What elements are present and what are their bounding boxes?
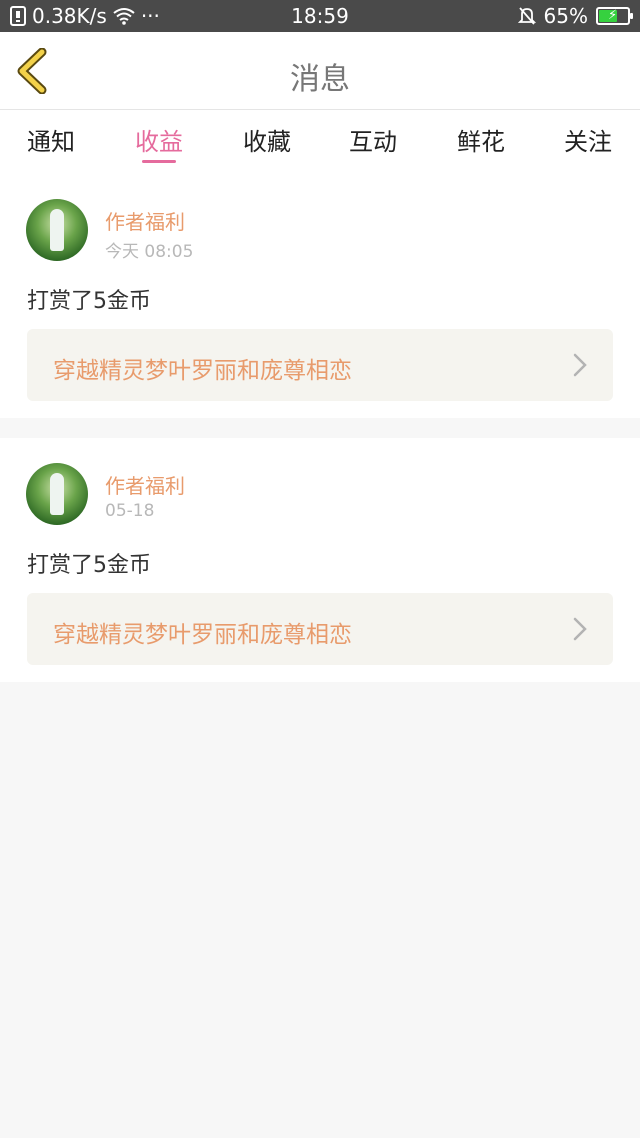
tab-earnings[interactable]: 收益 bbox=[119, 122, 199, 157]
book-title: 穿越精灵梦叶罗丽和庞尊相恋 bbox=[53, 622, 352, 648]
message-text: 打赏了5金币 bbox=[27, 553, 151, 578]
nav-bar: 消息 bbox=[0, 32, 640, 110]
tab-favorites[interactable]: 收藏 bbox=[227, 122, 307, 157]
timestamp: 05-18 bbox=[105, 501, 155, 521]
author-name[interactable]: 作者福利 bbox=[105, 206, 185, 235]
timestamp: 今天 08:05 bbox=[105, 242, 194, 262]
avatar-figure bbox=[50, 473, 64, 515]
avatar[interactable] bbox=[26, 463, 88, 525]
avatar-figure bbox=[50, 209, 64, 251]
page-title: 消息 bbox=[290, 62, 350, 97]
tab-interactions[interactable]: 互动 bbox=[333, 122, 413, 157]
message-text: 打赏了5金币 bbox=[27, 289, 151, 314]
status-right: 65% ⚡ bbox=[517, 4, 633, 28]
message-card: 作者福利 05-18 打赏了5金币 穿越精灵梦叶罗丽和庞尊相恋 bbox=[0, 438, 640, 682]
chevron-right-icon bbox=[573, 617, 587, 641]
battery-percent: 65% bbox=[543, 4, 588, 28]
tab-follows[interactable]: 关注 bbox=[548, 122, 628, 157]
message-card: 作者福利 今天 08:05 打赏了5金币 穿越精灵梦叶罗丽和庞尊相恋 bbox=[0, 174, 640, 418]
avatar[interactable] bbox=[26, 199, 88, 261]
tab-notifications[interactable]: 通知 bbox=[11, 122, 91, 157]
book-link[interactable]: 穿越精灵梦叶罗丽和庞尊相恋 bbox=[27, 329, 613, 401]
book-link[interactable]: 穿越精灵梦叶罗丽和庞尊相恋 bbox=[27, 593, 613, 665]
active-tab-indicator bbox=[142, 160, 176, 163]
tab-flowers[interactable]: 鲜花 bbox=[441, 122, 521, 157]
author-name[interactable]: 作者福利 bbox=[105, 470, 185, 499]
mute-bell-icon bbox=[517, 7, 536, 25]
tab-bar: 通知 收益 收藏 互动 鲜花 关注 bbox=[0, 110, 640, 174]
status-bar: 0.38K/s ··· 18:59 65% ⚡ bbox=[0, 0, 640, 32]
book-title: 穿越精灵梦叶罗丽和庞尊相恋 bbox=[53, 358, 352, 384]
battery-icon: ⚡ bbox=[596, 7, 633, 25]
chevron-right-icon bbox=[573, 353, 587, 377]
charging-icon: ⚡ bbox=[608, 8, 618, 23]
